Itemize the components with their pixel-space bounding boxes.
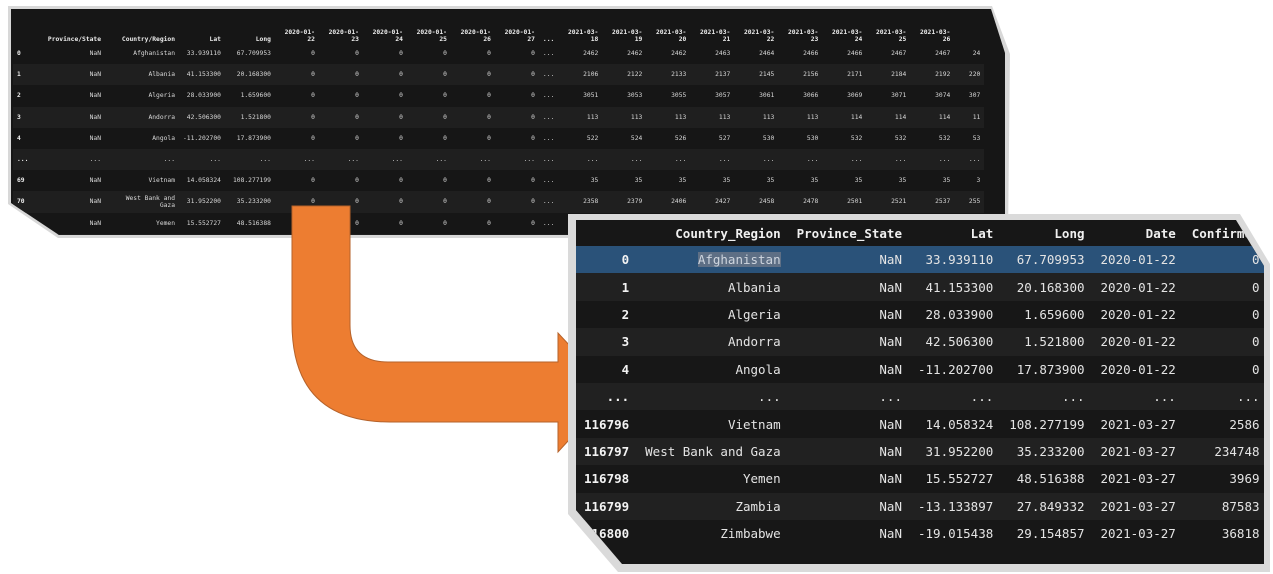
table-cell: ... [637,382,789,411]
table-cell: 108.277199 [1009,416,1085,432]
table-cell: NaN [788,246,910,274]
table-cell: ... [1183,382,1264,411]
table-cell: 0 [1183,328,1264,356]
table-cell: NaN [879,361,902,377]
table-cell: 0 [1251,306,1260,322]
table-row[interactable]: 4 Angola NaN -11.202700 17.873900 2020-01-22 0 [576,356,1264,383]
row-index-cell: 4 [621,361,630,377]
table-cell: 234748 [1183,437,1264,466]
table-cell: West Bank and Gaza [637,437,789,466]
table-cell: Angola [735,361,781,377]
table-cell: 2021-03-27 [1092,437,1184,466]
column-header [576,220,637,246]
table-cell: 15.552727 [925,471,994,487]
column-header: Province_State [796,225,902,241]
table-cell: Andorra [637,328,789,356]
table-row[interactable]: 116797 West Bank and Gaza NaN 31.952200 35.2… [576,437,1264,466]
table-cell: Afghanistan [637,246,789,274]
table-cell: ... [788,382,910,411]
table-cell: Yemen [742,471,781,487]
table-row[interactable]: 116800 Zimbabwe NaN -19.015438 29.154857 2021… [576,520,1264,547]
table-cell: ... [1092,382,1184,411]
table-row[interactable]: ..................... [576,382,1264,411]
table-row[interactable]: 3 Andorra NaN 42.506300 1.521800 2020-01-22 0 [576,328,1264,356]
column-header: Lat [970,225,994,241]
table-cell: 2021-03-27 [1100,416,1176,432]
table-cell: 2020-01-22 [1100,306,1176,322]
row-index-cell: 2 [621,306,630,322]
table-cell: 2021-03-27 [1100,471,1176,487]
table-cell: Vietnam [727,416,781,432]
table-cell: 1.521800 [1001,328,1093,356]
table-cell: 0 [1183,273,1264,301]
row-index-cell: 116797 [576,437,638,466]
table-row[interactable]: 1 Albania NaN 41.153300 20.168300 2020-01-22 0 [576,273,1264,301]
table-row[interactable]: 116798 Yemen NaN 15.552727 48.516388 2021-03-… [576,465,1264,492]
table-cell: 36818 [1221,526,1260,542]
table-cell: 1.659600 [1024,306,1085,322]
table-cell: Zimbabwe [720,526,781,542]
table-row[interactable]: 0 Afghanistan NaN 33.939110 67.709953 2020-01… [576,246,1264,274]
table-cell: -13.133897 [909,492,1002,520]
table-cell: 42.506300 [909,328,1002,356]
table-cell: Albania [637,273,789,301]
table-cell: 41.153300 [909,273,1002,301]
column-header: Country_Region [675,225,781,241]
table-cell: 17.873900 [1016,361,1085,377]
table-cell: NaN [788,328,910,356]
row-index-cell: 0 [576,246,638,274]
table-cell: -11.202700 [917,361,994,377]
table-cell: NaN [879,416,902,432]
table-cell: 2020-01-22 [1092,246,1184,274]
long-table-frame: Country_Region Province_State Lat Long Date C… [568,214,1270,572]
long-table-header-row: Country_Region Province_State Lat Long Date C… [576,220,1264,246]
table-cell: 2020-01-22 [1092,273,1184,301]
table-cell: NaN [879,471,902,487]
table-cell: NaN [788,492,910,520]
table-cell: 14.058324 [925,416,994,432]
table-cell: 35.233200 [1001,437,1093,466]
table-cell: NaN [788,437,910,466]
table-cell: 87583 [1183,492,1264,520]
row-index-cell: 116796 [584,416,630,432]
column-header: Date [1145,225,1176,241]
table-row[interactable]: 116796 Vietnam NaN 14.058324 108.277199 2021-… [576,410,1264,437]
table-row[interactable]: 116799 Zambia NaN -13.133897 27.849332 2021-0… [576,492,1264,520]
table-cell: 29.154857 [1016,526,1085,542]
highlighted-cell-text: Afghanistan [697,252,781,268]
table-cell: ... [909,382,1002,411]
row-index-cell: 116798 [584,471,630,487]
long-table-panel: Country_Region Province_State Lat Long Date C… [576,220,1264,564]
table-cell: 33.939110 [909,246,1002,274]
table-cell: 2586 [1229,416,1260,432]
row-index-cell: 116799 [576,492,638,520]
table-cell: -19.015438 [917,526,994,542]
table-cell: 0 [1183,246,1264,274]
table-cell: NaN [788,273,910,301]
table-cell: NaN [879,306,902,322]
table-cell: 27.849332 [1001,492,1093,520]
table-cell: 0 [1251,361,1260,377]
table-cell: 2020-01-22 [1100,361,1176,377]
table-cell: 2021-03-27 [1092,492,1184,520]
table-cell: Zambia [637,492,789,520]
long-dataframe-table: Country_Region Province_State Lat Long Date C… [576,220,1264,547]
table-cell: Algeria [727,306,781,322]
row-index-cell: 3 [576,328,638,356]
table-cell: 48.516388 [1016,471,1085,487]
table-cell: 2021-03-27 [1100,526,1176,542]
table-row[interactable]: 2 Algeria NaN 28.033900 1.659600 2020-01-22 0 [576,301,1264,328]
table-cell: 28.033900 [925,306,994,322]
table-cell: NaN [879,526,902,542]
table-cell: 3969 [1229,471,1260,487]
table-cell: ... [1001,382,1093,411]
row-index-cell: ... [576,382,638,411]
column-header: Long [1054,225,1085,241]
table-cell: 20.168300 [1001,273,1093,301]
table-cell: 31.952200 [909,437,1002,466]
table-cell: 67.709953 [1001,246,1093,274]
table-cell: 2020-01-22 [1092,328,1184,356]
row-index-cell: 1 [576,273,638,301]
